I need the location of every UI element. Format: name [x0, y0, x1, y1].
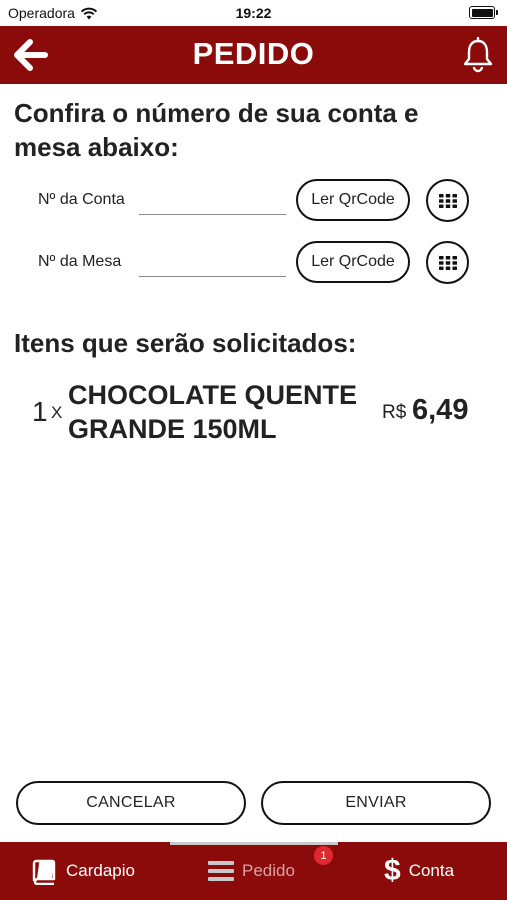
book-icon	[32, 859, 56, 885]
list-icon	[208, 861, 234, 881]
account-label: Nº da Conta	[38, 191, 125, 208]
keypad-icon	[438, 255, 457, 270]
item-multiplier: X	[51, 403, 63, 422]
table-number-input[interactable]	[139, 251, 286, 277]
item-name: CHOCOLATE QUENTE GRANDE 150ML	[68, 380, 357, 444]
dollar-icon: $	[384, 854, 401, 887]
item-price: 6,49	[412, 394, 469, 426]
item-quantity: 1	[32, 396, 48, 427]
tab-conta-label: Conta	[408, 861, 455, 880]
tab-bar: Cardapio Pedido $ Conta	[0, 842, 507, 900]
status-bar: Operadora 19:22	[0, 0, 507, 26]
tab-cardapio[interactable]: Cardapio	[30, 842, 135, 900]
tab-cardapio-label: Cardapio	[66, 861, 135, 880]
table-row: Nº da Mesa Ler QrCode	[0, 241, 507, 285]
instructions-heading: Confira o número de sua conta e mesa aba…	[14, 98, 419, 162]
table-label: Nº da Mesa	[38, 253, 122, 270]
page-title: PEDIDO	[192, 36, 315, 71]
account-number-input[interactable]	[139, 189, 286, 215]
order-item: 1 X CHOCOLATE QUENTE GRANDE 150ML R$ 6,4…	[0, 378, 507, 450]
battery-icon	[469, 6, 498, 19]
items-heading: Itens que serão solicitados:	[14, 328, 357, 358]
table-keypad-button[interactable]	[426, 241, 469, 284]
table-read-qrcode-button[interactable]: Ler QrCode	[296, 241, 410, 283]
order-count-badge: 1	[314, 846, 333, 865]
clock: 19:22	[235, 5, 272, 21]
nav-bar: PEDIDO	[0, 26, 507, 84]
send-button[interactable]: ENVIAR	[261, 781, 491, 825]
notifications-button[interactable]	[461, 36, 495, 73]
account-read-qrcode-button[interactable]: Ler QrCode	[296, 179, 410, 221]
account-row: Nº da Conta Ler QrCode	[0, 179, 507, 223]
item-currency: R$	[382, 402, 407, 423]
account-keypad-button[interactable]	[426, 179, 469, 222]
tab-pedido[interactable]: Pedido	[208, 842, 295, 900]
tab-pedido-label: Pedido	[242, 861, 295, 880]
tab-conta[interactable]: $ Conta	[384, 842, 454, 900]
bell-icon	[463, 36, 493, 73]
keypad-icon	[438, 193, 457, 208]
cancel-button[interactable]: CANCELAR	[16, 781, 246, 825]
